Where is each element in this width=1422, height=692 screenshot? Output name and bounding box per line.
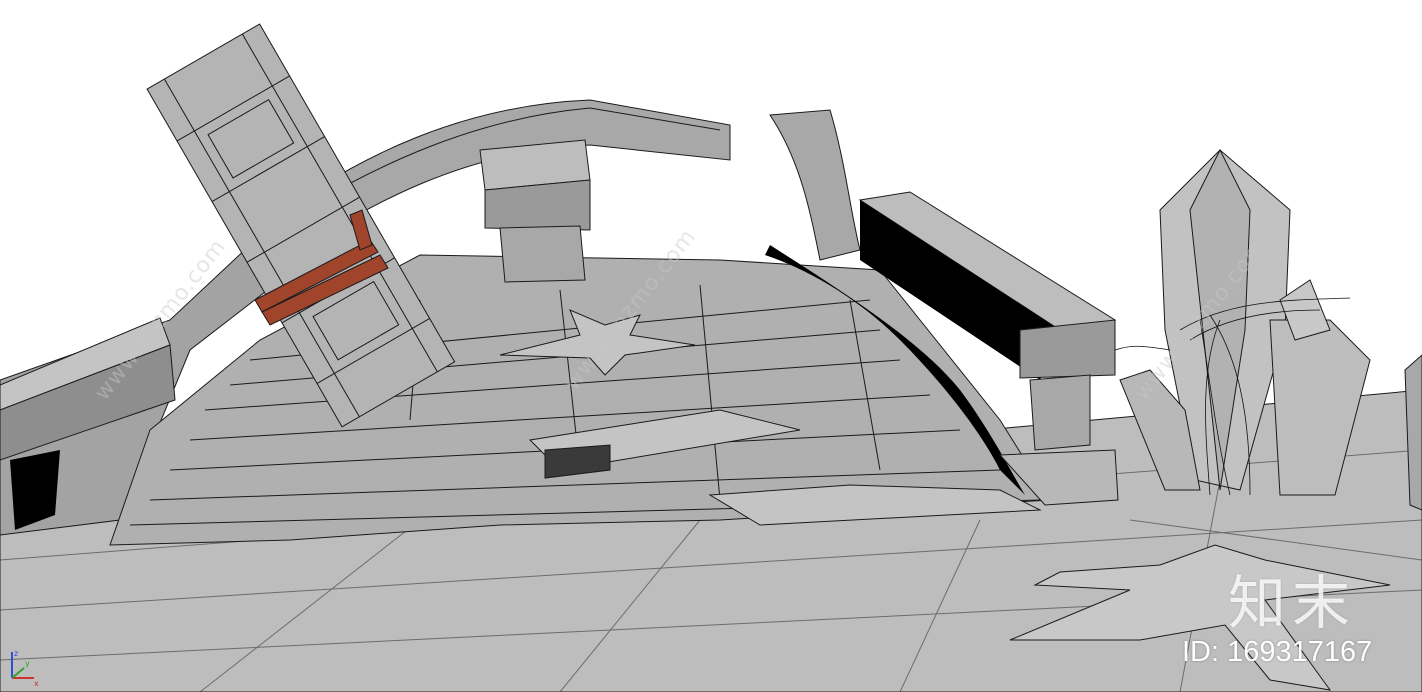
- support-arch: [769, 109, 861, 261]
- axis-x-label: x: [34, 679, 39, 688]
- 3d-viewport[interactable]: www.znzmo.com www.znzmo.com www.znzmo.co…: [0, 0, 1422, 692]
- axis-y-line: [11, 667, 25, 679]
- axis-z-label: z: [14, 649, 18, 658]
- bench-leg: [1029, 374, 1091, 451]
- scene-render: [0, 23, 1422, 692]
- axis-gizmo: z x y: [11, 649, 39, 688]
- axis-y-label: y: [25, 659, 30, 668]
- crate-legs: [499, 225, 586, 283]
- bench-front: [1019, 319, 1116, 379]
- crystal-cluster: [1119, 148, 1371, 496]
